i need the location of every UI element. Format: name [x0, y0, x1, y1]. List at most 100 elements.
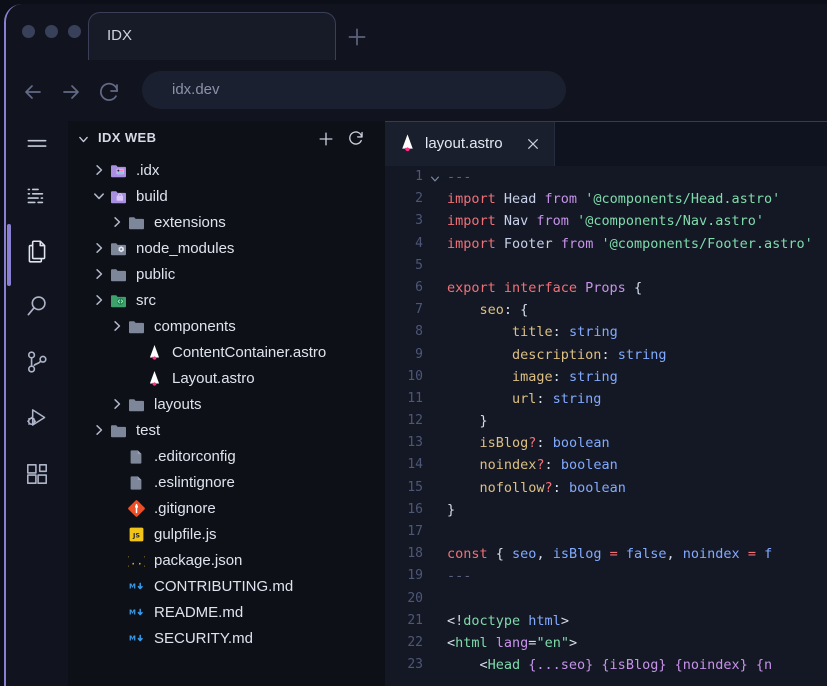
- tree-folder-row[interactable]: test: [68, 417, 385, 443]
- activity-bar: [6, 121, 68, 686]
- line-number: 8: [385, 321, 423, 343]
- code-line[interactable]: 12 }: [385, 410, 827, 432]
- tree-folder-row[interactable]: components: [68, 313, 385, 339]
- line-number: 11: [385, 388, 423, 410]
- line-number: 6: [385, 277, 423, 299]
- line-number: 17: [385, 521, 423, 543]
- chevron-right-icon[interactable]: [92, 293, 106, 307]
- line-number: 18: [385, 543, 423, 565]
- chevron-right-icon[interactable]: [110, 319, 124, 333]
- code-line[interactable]: 13 isBlog?: boolean: [385, 432, 827, 454]
- tree-folder-row[interactable]: extensions: [68, 209, 385, 235]
- code-line[interactable]: 3import Nav from '@components/Nav.astro': [385, 210, 827, 232]
- tree-item-label: SECURITY.md: [154, 630, 253, 647]
- code-text: <html lang="en">: [447, 632, 577, 654]
- run-debug-icon[interactable]: [24, 405, 50, 431]
- code-line[interactable]: 18 const { seo, isBlog = false, noindex =…: [385, 543, 827, 565]
- chevron-right-icon[interactable]: [92, 241, 106, 255]
- extensions-icon[interactable]: [24, 461, 50, 487]
- chevron-right-icon[interactable]: [92, 423, 106, 437]
- code-line[interactable]: 4import Footer from '@components/Footer.…: [385, 233, 827, 255]
- folder-plain-icon: [110, 266, 127, 283]
- active-view-indicator: [7, 224, 11, 286]
- window-traffic-lights[interactable]: [22, 25, 81, 38]
- line-number: 22: [385, 632, 423, 654]
- reload-icon[interactable]: [97, 80, 121, 104]
- tree-item-label: .gitignore: [154, 500, 216, 517]
- editor-tab-bar: layout.astro: [385, 122, 827, 166]
- files-icon[interactable]: [24, 238, 50, 264]
- plus-icon[interactable]: [316, 129, 336, 149]
- code-line[interactable]: 1---: [385, 166, 827, 188]
- code-line[interactable]: 23 <Head {...seo} {isBlog} {noindex} {n: [385, 654, 827, 676]
- code-line[interactable]: 21<!doctype html>: [385, 610, 827, 632]
- code-line[interactable]: 2import Head from '@components/Head.astr…: [385, 188, 827, 210]
- code-text: }: [447, 499, 455, 521]
- code-line[interactable]: 22 <html lang="en">: [385, 632, 827, 654]
- code-line[interactable]: 20: [385, 588, 827, 610]
- search-icon[interactable]: [24, 293, 50, 319]
- code-line[interactable]: 5: [385, 255, 827, 277]
- tree-file-row[interactable]: MCONTRIBUTING.md: [68, 573, 385, 599]
- code-line[interactable]: 7 seo: {: [385, 299, 827, 321]
- close-icon[interactable]: [525, 136, 541, 152]
- source-control-icon[interactable]: [24, 349, 50, 375]
- markdown-file-icon: M: [128, 578, 145, 595]
- tree-folder-row[interactable]: layouts: [68, 391, 385, 417]
- tree-file-row[interactable]: .eslintignore: [68, 469, 385, 495]
- tree-file-row[interactable]: .gitignore: [68, 495, 385, 521]
- tree-folder-row[interactable]: node_modules: [68, 235, 385, 261]
- code-line[interactable]: 10 image: string: [385, 366, 827, 388]
- tree-item-label: src: [136, 292, 156, 309]
- tree-file-row[interactable]: ContentContainer.astro: [68, 339, 385, 365]
- chevron-down-icon[interactable]: [77, 133, 90, 146]
- plus-icon[interactable]: [344, 24, 370, 50]
- code-line[interactable]: 16}: [385, 499, 827, 521]
- code-line[interactable]: 6export interface Props {: [385, 277, 827, 299]
- maximize-window-dot[interactable]: [68, 25, 81, 38]
- close-window-dot[interactable]: [22, 25, 35, 38]
- folder-plain-icon: [128, 318, 145, 335]
- code-line[interactable]: 19---: [385, 565, 827, 587]
- chevron-right-icon[interactable]: [110, 215, 124, 229]
- astro-file-icon: [146, 344, 163, 361]
- code-line[interactable]: 17: [385, 521, 827, 543]
- chevron-right-icon[interactable]: [110, 397, 124, 411]
- code-line[interactable]: 9 description: string: [385, 344, 827, 366]
- code-line[interactable]: 15 nofollow?: boolean: [385, 477, 827, 499]
- file-tree[interactable]: .idxbuildextensionsnode_modulespublic src…: [68, 157, 385, 686]
- code-text: const { seo, isBlog = false, noindex = f: [447, 543, 772, 565]
- folder-plain-icon: [128, 396, 145, 413]
- tree-folder-row[interactable]: public: [68, 261, 385, 287]
- code-line[interactable]: 8 title: string: [385, 321, 827, 343]
- chevron-down-icon[interactable]: [92, 189, 106, 203]
- svg-text:M: M: [129, 608, 136, 616]
- explorer-header[interactable]: IDX WEB: [68, 121, 385, 157]
- tree-folder-row[interactable]: build: [68, 183, 385, 209]
- code-line[interactable]: 11 url: string: [385, 388, 827, 410]
- tree-file-row[interactable]: MSECURITY.md: [68, 625, 385, 651]
- chevron-right-icon[interactable]: [92, 267, 106, 281]
- menu-icon[interactable]: [24, 132, 50, 158]
- arrow-left-icon[interactable]: [21, 80, 45, 104]
- minimize-window-dot[interactable]: [45, 25, 58, 38]
- tree-folder-row[interactable]: .idx: [68, 157, 385, 183]
- tree-file-row[interactable]: .editorconfig: [68, 443, 385, 469]
- address-bar[interactable]: idx.dev: [142, 71, 566, 109]
- tree-folder-row[interactable]: src: [68, 287, 385, 313]
- refresh-icon[interactable]: [347, 129, 366, 148]
- code-line[interactable]: 14 noindex?: boolean: [385, 454, 827, 476]
- tree-file-row[interactable]: MREADME.md: [68, 599, 385, 625]
- address-input[interactable]: idx.dev: [172, 81, 220, 98]
- browser-tab-idx[interactable]: IDX: [88, 12, 336, 60]
- code-text: description: string: [447, 344, 666, 366]
- tree-file-row[interactable]: JSgulpfile.js: [68, 521, 385, 547]
- idx-logo-icon[interactable]: [24, 184, 50, 210]
- chevron-right-icon[interactable]: [92, 163, 106, 177]
- arrow-right-icon[interactable]: [59, 80, 83, 104]
- code-content[interactable]: 1---2import Head from '@components/Head.…: [385, 166, 827, 686]
- tree-file-row[interactable]: {..}package.json: [68, 547, 385, 573]
- editor-tab-layout-astro[interactable]: layout.astro: [385, 122, 555, 166]
- markdown-file-icon: M: [128, 604, 145, 621]
- tree-file-row[interactable]: Layout.astro: [68, 365, 385, 391]
